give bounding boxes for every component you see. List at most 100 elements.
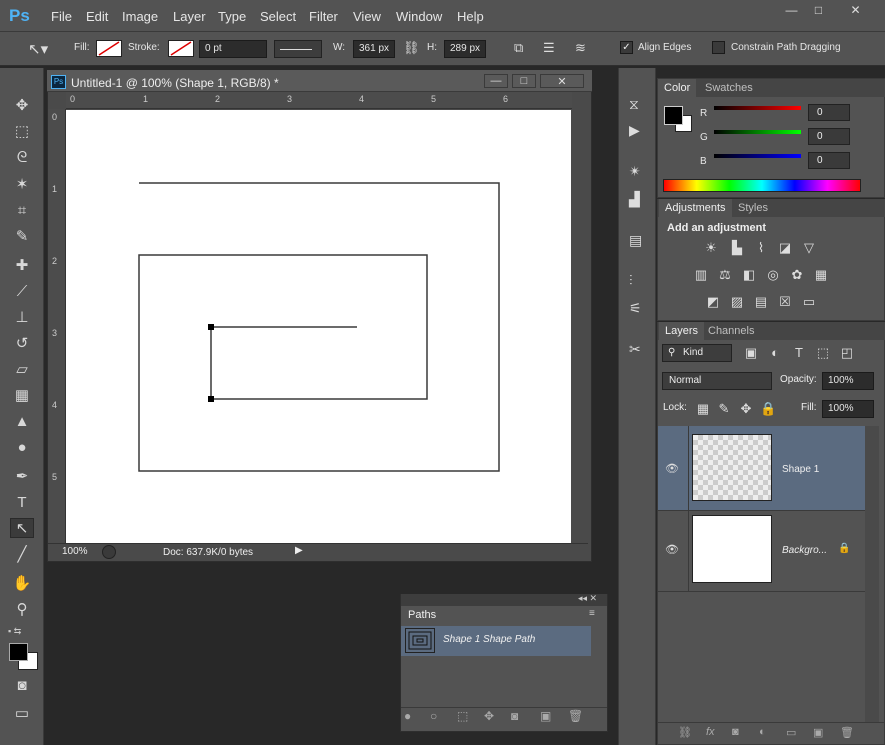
blue-value[interactable]: 0 xyxy=(808,152,850,169)
menu-view[interactable]: View xyxy=(353,9,381,24)
layer-name[interactable]: Shape 1 xyxy=(782,464,819,475)
path-arrangement-icon[interactable]: ≋ xyxy=(575,40,586,56)
fill-path-icon[interactable]: ● xyxy=(404,709,411,723)
canvas-vertical-scroll-area[interactable] xyxy=(571,110,588,543)
color-balance-icon[interactable]: ⚖ xyxy=(717,267,733,283)
move-tool-icon[interactable]: ✥ xyxy=(10,96,34,116)
exposure-icon[interactable]: ◪ xyxy=(777,240,793,256)
lock-image-icon[interactable]: ✎ xyxy=(716,401,732,417)
constrain-path-checkbox[interactable] xyxy=(712,41,725,54)
link-layers-icon[interactable]: ⛓ xyxy=(678,726,692,739)
hand-tool-icon[interactable]: ✋ xyxy=(10,574,34,594)
new-layer-icon[interactable]: ▣ xyxy=(813,726,823,739)
new-path-icon[interactable]: ▣ xyxy=(540,709,551,723)
default-colors-icon[interactable]: ▪ ⇆ xyxy=(8,626,21,637)
brush-presets-icon[interactable]: ⚟ xyxy=(629,300,642,317)
layer-style-icon[interactable]: fx xyxy=(706,726,715,738)
tab-channels[interactable]: Channels xyxy=(702,322,760,340)
status-info-icon[interactable] xyxy=(102,545,116,559)
marquee-tool-icon[interactable]: ⬚ xyxy=(10,122,34,142)
path-alignment-icon[interactable]: ☰ xyxy=(543,40,555,56)
actions-panel-icon[interactable]: ▶ xyxy=(629,122,640,139)
delete-layer-icon[interactable]: 🗑 xyxy=(840,726,854,739)
menu-help[interactable]: Help xyxy=(457,9,484,24)
foreground-color-swatch[interactable] xyxy=(9,643,28,661)
fg-color-chip[interactable] xyxy=(664,106,683,125)
filter-smart-object-icon[interactable]: ◰ xyxy=(839,345,855,361)
document-minimize-button[interactable]: — xyxy=(484,74,508,88)
curves-icon[interactable]: ⌇ xyxy=(753,240,769,256)
filter-shape-icon[interactable]: ⬚ xyxy=(815,345,831,361)
tab-adjustments[interactable]: Adjustments xyxy=(659,199,732,217)
spiral-shape-path[interactable] xyxy=(66,110,571,543)
green-value[interactable]: 0 xyxy=(808,128,850,145)
width-field[interactable]: 361 px xyxy=(353,40,395,58)
eyedropper-tool-icon[interactable]: ✎ xyxy=(10,227,34,247)
green-slider[interactable] xyxy=(714,130,801,134)
line-tool-icon[interactable]: ╱ xyxy=(10,545,34,565)
app-maximize-button[interactable]: □ xyxy=(803,0,834,20)
status-menu-arrow-icon[interactable]: ▶ xyxy=(295,545,303,556)
lock-all-icon[interactable]: 🔒 xyxy=(760,401,776,417)
pen-tool-icon[interactable]: ✒ xyxy=(10,467,34,487)
make-work-path-icon[interactable]: ✥ xyxy=(484,709,494,723)
zoom-level[interactable]: 100% xyxy=(62,546,88,557)
threshold-icon[interactable]: ▤ xyxy=(753,294,769,310)
history-panel-icon[interactable]: ⧖ xyxy=(629,96,639,113)
filter-type-icon[interactable]: T xyxy=(791,345,807,361)
panel-menu-icon[interactable]: ≡ xyxy=(589,608,595,619)
anchor-point[interactable] xyxy=(208,396,214,402)
stroke-type-dropdown[interactable] xyxy=(274,40,322,58)
load-selection-icon[interactable]: ⬚ xyxy=(457,709,468,723)
canvas[interactable] xyxy=(66,110,571,543)
tab-layers[interactable]: Layers xyxy=(659,322,705,340)
red-value[interactable]: 0 xyxy=(808,104,850,121)
menu-type[interactable]: Type xyxy=(218,9,246,24)
quick-mask-icon[interactable]: ◙ xyxy=(10,676,34,696)
blend-mode-dropdown[interactable]: Normal xyxy=(662,372,772,390)
dodge-tool-icon[interactable]: ● xyxy=(10,438,34,458)
lock-position-icon[interactable]: ✥ xyxy=(738,401,754,417)
menu-file[interactable]: File xyxy=(51,9,72,24)
path-selection-tool-preset-icon[interactable]: ↖▾ xyxy=(28,40,48,58)
fill-opacity-field[interactable]: 100% xyxy=(822,400,874,418)
menu-select[interactable]: Select xyxy=(260,9,296,24)
anchor-point[interactable] xyxy=(208,324,214,330)
black-white-icon[interactable]: ◧ xyxy=(741,267,757,283)
photo-filter-icon[interactable]: ◎ xyxy=(765,267,781,283)
delete-path-icon[interactable]: 🗑 xyxy=(568,709,583,723)
navigator-panel-icon[interactable]: ✴ xyxy=(629,163,641,180)
levels-icon[interactable]: ▙ xyxy=(729,240,745,256)
selective-color-icon[interactable]: ☒ xyxy=(777,294,793,310)
link-icon[interactable]: ⛓ xyxy=(403,40,420,56)
lasso-tool-icon[interactable]: ᘓ xyxy=(10,148,34,168)
zoom-tool-icon[interactable]: ⚲ xyxy=(10,600,34,620)
posterize-icon[interactable]: ▨ xyxy=(729,294,745,310)
add-layer-mask-icon[interactable]: ◙ xyxy=(732,726,739,738)
collapse-icon[interactable]: ◂◂ ✕ xyxy=(578,593,597,604)
menu-filter[interactable]: Filter xyxy=(309,9,338,24)
tab-swatches[interactable]: Swatches xyxy=(699,79,759,97)
gradient-tool-icon[interactable]: ▦ xyxy=(10,386,34,406)
color-lookup-icon[interactable]: ▦ xyxy=(813,267,829,283)
new-adjustment-layer-icon[interactable]: ◐ xyxy=(759,726,766,738)
brush-tool-icon[interactable]: ⟋ xyxy=(10,282,34,302)
fill-swatch[interactable] xyxy=(96,40,122,57)
stroke-width-field[interactable]: 0 pt xyxy=(199,40,267,58)
path-operations-icon[interactable]: ⧉ xyxy=(514,40,523,56)
align-edges-checkbox[interactable]: ✓ xyxy=(620,41,633,54)
brightness-contrast-icon[interactable]: ☀ xyxy=(703,240,719,256)
hue-saturation-icon[interactable]: ▥ xyxy=(693,267,709,283)
histogram-panel-icon[interactable]: ▟ xyxy=(629,191,640,208)
tool-presets-icon[interactable]: ✂ xyxy=(629,341,641,358)
vibrance-icon[interactable]: ▽ xyxy=(801,240,817,256)
brush-panel-icon[interactable]: ⫶ xyxy=(629,272,633,289)
menu-window[interactable]: Window xyxy=(396,9,442,24)
channel-mixer-icon[interactable]: ✿ xyxy=(789,267,805,283)
tab-styles[interactable]: Styles xyxy=(732,199,774,217)
document-close-button[interactable]: ✕ xyxy=(540,74,584,88)
app-close-button[interactable]: ✕ xyxy=(840,0,871,20)
blue-slider[interactable] xyxy=(714,154,801,158)
lock-transparency-icon[interactable]: ▦ xyxy=(695,401,711,417)
healing-brush-tool-icon[interactable]: ✚ xyxy=(10,256,34,276)
